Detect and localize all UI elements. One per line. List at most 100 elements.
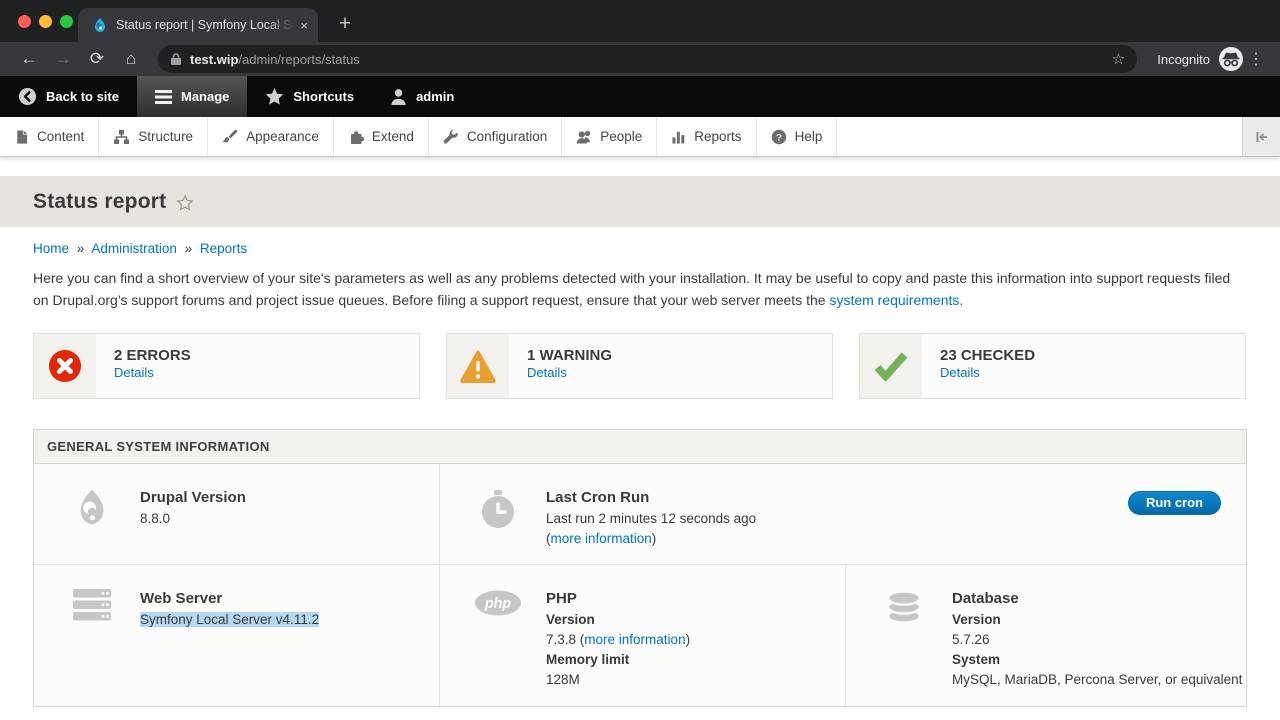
admin-user-menu[interactable]: admin [372, 76, 472, 117]
page-title: Status report [33, 190, 166, 214]
general-system-information-section: GENERAL SYSTEM INFORMATION Drupal Versio… [33, 429, 1247, 707]
menu-label: Extend [372, 129, 414, 144]
forward-icon[interactable]: → [46, 49, 80, 69]
sitemap-icon [113, 129, 130, 145]
back-to-site-link[interactable]: Back to site [0, 76, 137, 117]
drupal-favicon-icon [92, 17, 108, 33]
menu-item-content[interactable]: Content [0, 117, 99, 156]
shortcut-star-icon[interactable] [176, 194, 194, 212]
incognito-icon [1218, 46, 1244, 72]
warnings-details-link[interactable]: Details [527, 365, 567, 380]
url-host: test.wip [190, 52, 238, 67]
page-top-gap [0, 157, 1280, 176]
window-minimize-button[interactable] [39, 15, 52, 28]
cron-status-text: Last run 2 minutes 12 seconds ago [546, 509, 756, 529]
menu-item-configuration[interactable]: Configuration [429, 117, 562, 156]
menu-label: Help [795, 129, 823, 144]
php-title: PHP [546, 589, 690, 608]
menu-label: Content [37, 129, 84, 144]
warnings-icon-column [447, 334, 509, 398]
breadcrumb-separator: » [185, 241, 193, 256]
new-tab-button[interactable]: + [330, 10, 360, 40]
cron-more-info-line: (more information) [546, 529, 756, 549]
checkmark-icon [873, 351, 909, 381]
menu-label: Configuration [467, 129, 547, 144]
back-to-site-label: Back to site [46, 89, 119, 104]
user-icon [390, 88, 407, 106]
menu-item-appearance[interactable]: Appearance [208, 117, 334, 156]
menu-label: Appearance [246, 129, 319, 144]
checked-card: 23 CHECKED Details [859, 333, 1246, 399]
checked-details-link[interactable]: Details [940, 365, 980, 380]
page-header: Status report [0, 176, 1280, 227]
admin-user-label: admin [416, 89, 454, 104]
errors-details-link[interactable]: Details [114, 365, 154, 380]
menu-item-help[interactable]: ? Help [757, 117, 838, 156]
main-content: Home » Administration » Reports Here you… [0, 241, 1280, 707]
status-summary-cards: 2 ERRORS Details 1 WARNING Details [33, 333, 1247, 399]
menu-item-structure[interactable]: Structure [99, 117, 208, 156]
menu-label: Reports [694, 129, 741, 144]
toolbar-orientation-toggle[interactable] [1242, 117, 1280, 156]
manage-tab[interactable]: Manage [137, 76, 247, 117]
drupal-version-title: Drupal Version [140, 488, 246, 507]
window-close-button[interactable] [18, 15, 31, 28]
database-cell: Database Version 5.7.26 System MySQL, Ma… [845, 565, 1246, 706]
run-cron-button[interactable]: Run cron [1128, 491, 1221, 515]
manage-label: Manage [181, 89, 229, 104]
system-requirements-link[interactable]: system requirements. [829, 292, 963, 308]
php-more-information-link[interactable]: more information [584, 632, 685, 647]
paintbrush-icon [222, 129, 238, 145]
drupal-menu-bar: Content Structure Appearance Extend Conf… [0, 117, 1280, 157]
bar-chart-icon [671, 129, 686, 144]
browser-tab-active[interactable]: Status report | Symfony Local Se × [78, 8, 318, 42]
address-bar[interactable]: test.wip /admin/reports/status ☆ [158, 45, 1137, 73]
menu-item-reports[interactable]: Reports [657, 117, 756, 156]
breadcrumb-home-link[interactable]: Home [33, 241, 69, 256]
window-zoom-button[interactable] [60, 15, 73, 28]
menu-item-people[interactable]: People [562, 117, 657, 156]
last-cron-run-title: Last Cron Run [546, 488, 756, 507]
php-version-line: 7.3.8 (more information) [546, 630, 690, 650]
database-title: Database [952, 589, 1242, 608]
back-icon[interactable]: ← [12, 49, 46, 69]
drupal-version-cell: Drupal Version 8.8.0 [34, 464, 439, 564]
php-logo-icon: php [474, 589, 522, 617]
reload-icon[interactable]: ⟳ [80, 49, 114, 69]
puzzle-icon [348, 129, 364, 145]
paren: ) [686, 632, 691, 647]
web-server-value-selected: Symfony Local Server v4.11.2 [140, 612, 319, 627]
people-icon [576, 129, 592, 145]
php-version-label: Version [546, 610, 690, 630]
breadcrumb-reports-link[interactable]: Reports [200, 241, 247, 256]
tab-close-icon[interactable]: × [300, 18, 308, 33]
shortcuts-tab[interactable]: Shortcuts [247, 76, 372, 117]
menu-bar-spacer [837, 117, 1242, 156]
menu-item-extend[interactable]: Extend [334, 117, 429, 156]
browser-menu-icon[interactable]: ⋮ [1244, 49, 1268, 69]
help-icon: ? [771, 129, 787, 145]
error-icon [48, 349, 82, 383]
breadcrumb-separator: » [77, 241, 85, 256]
last-cron-run-cell: Last Cron Run Last run 2 minutes 12 seco… [439, 464, 1246, 564]
drupal-drop-icon [73, 488, 111, 526]
php-memory-label: Memory limit [546, 650, 690, 670]
php-version-value: 7.3.8 ( [546, 632, 584, 647]
drupal-admin-toolbar: Back to site Manage Shortcuts admin [0, 76, 1280, 117]
cron-more-information-link[interactable]: more information [551, 531, 652, 546]
web-server-title: Web Server [140, 589, 319, 608]
database-version-label: Version [952, 610, 1242, 630]
tab-title: Status report | Symfony Local Se [116, 18, 294, 32]
url-path: /admin/reports/status [238, 52, 359, 67]
window-controls [18, 15, 73, 28]
incognito-label: Incognito [1157, 52, 1210, 67]
shortcuts-star-icon [265, 88, 284, 106]
bookmark-star-icon[interactable]: ☆ [1112, 50, 1125, 68]
menu-label: Structure [138, 129, 193, 144]
home-icon[interactable]: ⌂ [114, 49, 148, 69]
paren: ) [652, 531, 657, 546]
breadcrumb-administration-link[interactable]: Administration [91, 241, 177, 256]
document-icon [14, 129, 29, 145]
hamburger-icon [155, 90, 172, 104]
browser-toolbar: ← → ⟳ ⌂ test.wip /admin/reports/status ☆… [0, 42, 1280, 76]
